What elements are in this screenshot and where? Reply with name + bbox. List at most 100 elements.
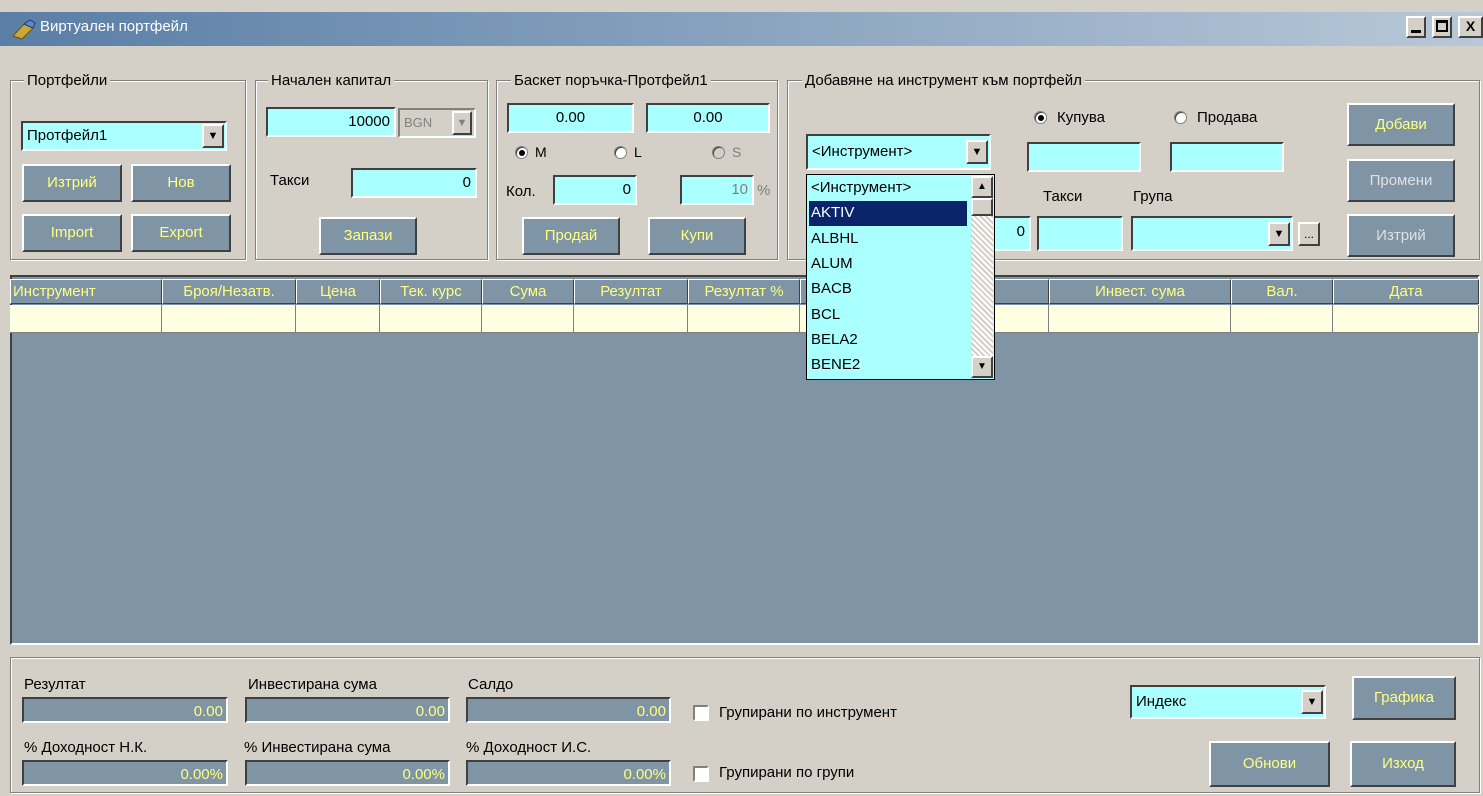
dropdown-option[interactable]: BCL: [809, 303, 967, 328]
column-header[interactable]: Цена: [296, 279, 380, 304]
add-button[interactable]: Добави: [1347, 103, 1455, 146]
column-header[interactable]: Инструмент: [10, 279, 162, 304]
window-title: Виртуален портфейл: [40, 18, 188, 35]
minimize-icon[interactable]: [1406, 16, 1426, 38]
add-qty-input[interactable]: 0: [990, 216, 1031, 251]
buy-button[interactable]: Купи: [648, 217, 746, 255]
capital-fees-label: Такси: [270, 172, 310, 189]
basket-label: Баскет поръчка-Протфейл1: [511, 72, 711, 89]
scroll-thumb[interactable]: [971, 198, 993, 216]
table-cell[interactable]: [296, 305, 380, 333]
table-cell[interactable]: [10, 305, 162, 333]
result-label: Резултат: [24, 676, 86, 693]
column-header[interactable]: Резултат: [574, 279, 688, 304]
add-fees-input[interactable]: [1037, 216, 1123, 251]
balance-value: 0.00: [466, 697, 671, 723]
dropdown-option[interactable]: BACB: [809, 277, 967, 302]
column-header[interactable]: Вал.: [1231, 279, 1333, 304]
index-select-value: Индекс: [1136, 693, 1187, 710]
dropdown-option[interactable]: BELA2: [809, 328, 967, 353]
add-sell-price-input[interactable]: [1170, 142, 1284, 172]
radio-sell-label: Продава: [1197, 109, 1258, 126]
radio-buy-label: Купува: [1057, 109, 1106, 126]
dropdown-option[interactable]: BENE2: [809, 353, 967, 378]
column-header[interactable]: Дата: [1333, 279, 1479, 304]
column-header[interactable]: Броя/Незатв.: [162, 279, 296, 304]
invested-pct-value: 0.00%: [245, 760, 450, 786]
save-button[interactable]: Запази: [319, 217, 417, 255]
dropdown-option[interactable]: AKTIV: [809, 201, 967, 227]
basket-value-1[interactable]: 0.00: [507, 103, 634, 133]
radio-l[interactable]: [614, 146, 627, 159]
radio-m[interactable]: [515, 146, 528, 159]
invested-value: 0.00: [245, 697, 450, 723]
yield-nk-label: % Доходност Н.К.: [24, 739, 148, 756]
table-cell[interactable]: [688, 305, 800, 333]
change-button[interactable]: Промени: [1347, 159, 1455, 202]
table-cell[interactable]: [1333, 305, 1479, 333]
radio-s-label: S: [732, 144, 742, 160]
radio-buy[interactable]: [1034, 111, 1047, 124]
yield-nk-value: 0.00%: [22, 760, 228, 786]
title-bar: [0, 12, 1483, 46]
invested-label: Инвестирана сума: [248, 676, 377, 693]
portfolios-label: Портфейли: [24, 72, 111, 89]
group-by-groups-label: Групирани по групи: [719, 764, 855, 781]
table-cell[interactable]: [380, 305, 482, 333]
index-select[interactable]: Индекс: [1130, 685, 1326, 719]
close-icon[interactable]: X: [1458, 16, 1483, 38]
delete-instrument-button[interactable]: Изтрий: [1347, 214, 1455, 257]
refresh-button[interactable]: Обнови: [1209, 741, 1330, 787]
column-header[interactable]: Инвест. сума: [1049, 279, 1231, 304]
capital-input[interactable]: 10000: [266, 107, 396, 137]
instrument-dropdown-list[interactable]: <Инструмент> AKTIV ALBHL ALUM BACB BCL BELA2 BE…: [806, 174, 995, 380]
group-chevron-icon[interactable]: ▼: [1268, 222, 1290, 246]
dropdown-scrollbar[interactable]: ▲ ▼: [971, 176, 993, 378]
group-by-instrument-label: Групирани по инструмент: [719, 704, 897, 721]
table-cell[interactable]: [574, 305, 688, 333]
currency-chevron-icon[interactable]: ▼: [452, 111, 472, 135]
scroll-down-icon[interactable]: ▼: [971, 356, 993, 378]
capital-label: Начален капитал: [268, 72, 395, 89]
dropdown-option[interactable]: ALUM: [809, 252, 967, 277]
capital-fees-input[interactable]: 0: [351, 168, 477, 198]
table-cell[interactable]: [1231, 305, 1333, 333]
chevron-down-icon[interactable]: ▼: [202, 124, 224, 148]
instrument-select[interactable]: <Инструмент>: [806, 134, 991, 170]
table-cell[interactable]: [1049, 305, 1231, 333]
basket-pct-input[interactable]: 10: [680, 175, 754, 205]
dropdown-option[interactable]: <Инструмент>: [809, 176, 967, 201]
radio-s[interactable]: [712, 146, 725, 159]
scroll-up-icon[interactable]: ▲: [971, 176, 993, 198]
export-button[interactable]: Export: [131, 214, 231, 252]
delete-portfolio-button[interactable]: Изтрий: [22, 164, 122, 202]
group-by-instrument-checkbox[interactable]: [693, 705, 709, 721]
table-cell[interactable]: [482, 305, 574, 333]
column-header[interactable]: Тек. курс: [380, 279, 482, 304]
group-by-groups-checkbox[interactable]: [693, 766, 709, 782]
radio-m-label: M: [535, 144, 547, 160]
maximize-icon[interactable]: [1432, 16, 1452, 38]
balance-label: Салдо: [468, 676, 514, 693]
index-chevron-icon[interactable]: ▼: [1301, 690, 1323, 714]
exit-button[interactable]: Изход: [1350, 741, 1456, 787]
currency-value: BGN: [404, 115, 433, 130]
dropdown-option[interactable]: ALBHL: [809, 227, 967, 252]
currency-select[interactable]: BGN ▼: [398, 108, 476, 138]
basket-value-2[interactable]: 0.00: [646, 103, 770, 133]
add-price-input[interactable]: [1027, 142, 1141, 172]
new-portfolio-button[interactable]: Нов: [131, 164, 231, 202]
instrument-chevron-icon[interactable]: ▼: [966, 140, 988, 164]
sell-button[interactable]: Продай: [522, 217, 620, 255]
import-button[interactable]: Import: [22, 214, 122, 252]
radio-sell[interactable]: [1174, 111, 1187, 124]
add-fees-label: Такси: [1043, 188, 1083, 205]
column-header[interactable]: Резултат %: [688, 279, 800, 304]
table-cell[interactable]: [162, 305, 296, 333]
instrument-select-value: <Инструмент>: [812, 143, 913, 160]
chart-button[interactable]: Графика: [1352, 676, 1456, 720]
basket-qty-input[interactable]: 0: [553, 175, 637, 205]
portfolio-select[interactable]: Протфейл1: [21, 121, 227, 151]
group-more-button[interactable]: ...: [1298, 222, 1320, 246]
column-header[interactable]: Сума: [482, 279, 574, 304]
